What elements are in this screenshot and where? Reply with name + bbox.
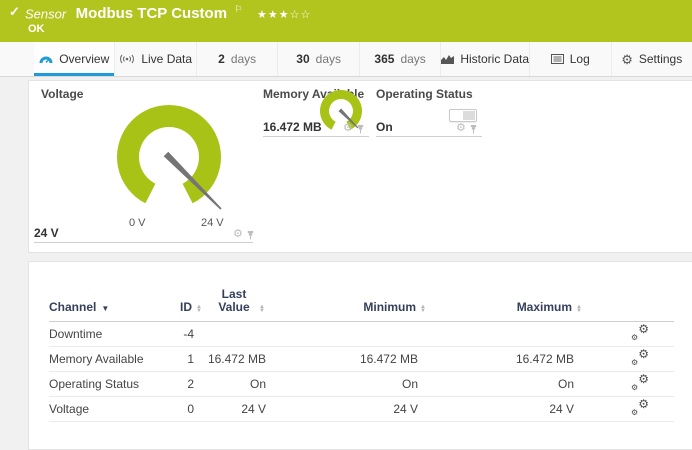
tab-label: Settings bbox=[639, 52, 682, 66]
column-header-minimum[interactable]: Minimum▲▼ bbox=[274, 288, 434, 322]
channel-name: Operating Status bbox=[49, 372, 164, 397]
channel-settings-icon[interactable]: ⚙⚙ bbox=[631, 350, 649, 366]
tab-label: Overview bbox=[59, 52, 109, 66]
channel-id: 1 bbox=[164, 347, 204, 372]
gear-icon[interactable]: ⚙ bbox=[343, 123, 353, 134]
table-row: Voltage 0 24 V 24 V 24 V ⚙⚙ bbox=[49, 397, 674, 422]
channel-id: 2 bbox=[164, 372, 204, 397]
channel-maximum: 24 V bbox=[434, 397, 584, 422]
tab-live-data[interactable]: Live Data bbox=[115, 42, 196, 76]
priority-flag-icon[interactable]: ⚐ bbox=[235, 4, 243, 14]
channel-settings-icon[interactable]: ⚙⚙ bbox=[631, 400, 649, 416]
channel-maximum bbox=[434, 322, 584, 347]
tab-label: Log bbox=[570, 52, 590, 66]
favorite-stars[interactable]: ★★★☆☆ bbox=[257, 9, 311, 21]
voltage-scale-max: 24 V bbox=[201, 217, 224, 229]
gauge-icon bbox=[39, 54, 53, 64]
tab-unit: days bbox=[316, 52, 341, 66]
tab-settings[interactable]: ⚙ Settings bbox=[612, 42, 692, 76]
channel-settings-icon[interactable]: ⚙⚙ bbox=[631, 325, 649, 341]
channel-id: 0 bbox=[164, 397, 204, 422]
voltage-value: 24 V bbox=[34, 226, 59, 240]
sort-icon: ▲▼ bbox=[420, 305, 426, 313]
column-header-id[interactable]: ID▲▼ bbox=[164, 288, 204, 322]
memory-value: 16.472 MB bbox=[263, 120, 322, 134]
channel-minimum: 16.472 MB bbox=[274, 347, 434, 372]
channel-table: Channel▼ ID▲▼ Last Value▲▼ Minimum▲▼ Max… bbox=[49, 288, 674, 422]
channel-minimum: On bbox=[274, 372, 434, 397]
channel-last-value: 16.472 MB bbox=[204, 347, 274, 372]
column-header-maximum[interactable]: Maximum▲▼ bbox=[434, 288, 584, 322]
tab-log[interactable]: Log bbox=[530, 42, 611, 76]
memory-divider bbox=[263, 136, 369, 137]
tab-label: Historic Data bbox=[460, 52, 529, 66]
area-chart-icon bbox=[441, 54, 454, 64]
channel-last-value: 24 V bbox=[204, 397, 274, 422]
pin-icon[interactable] bbox=[246, 230, 255, 240]
gear-icon[interactable]: ⚙ bbox=[233, 229, 243, 240]
channel-last-value bbox=[204, 322, 274, 347]
status-check-icon: ✓ bbox=[9, 4, 20, 20]
stars-filled[interactable]: ★★★ bbox=[257, 9, 290, 21]
channel-last-value: On bbox=[204, 372, 274, 397]
table-row: Downtime -4 ⚙⚙ bbox=[49, 322, 674, 347]
tab-2-days[interactable]: 2 days bbox=[197, 42, 278, 76]
stars-empty[interactable]: ☆☆ bbox=[290, 9, 312, 21]
object-kind-label: Sensor bbox=[25, 6, 66, 21]
operating-divider bbox=[376, 136, 482, 137]
pin-icon[interactable] bbox=[356, 124, 365, 134]
voltage-divider bbox=[34, 242, 253, 243]
sensor-header: ✓ Sensor Modbus TCP Custom ⚐ ★★★☆☆ OK bbox=[0, 0, 692, 42]
channel-id: -4 bbox=[164, 322, 204, 347]
channel-name: Voltage bbox=[49, 397, 164, 422]
sort-icon: ▲▼ bbox=[196, 305, 202, 313]
toggle-knob bbox=[463, 111, 475, 120]
operating-actions: ⚙ bbox=[456, 123, 478, 134]
channel-maximum: On bbox=[434, 372, 584, 397]
column-header-last-value[interactable]: Last Value▲▼ bbox=[204, 288, 274, 322]
channel-minimum bbox=[274, 322, 434, 347]
gear-icon[interactable]: ⚙ bbox=[456, 123, 466, 134]
gauges-panel: Voltage 0 V 24 V 24 V ⚙ Memory Available… bbox=[28, 80, 692, 253]
voltage-gauge bbox=[69, 95, 269, 235]
tab-unit: days bbox=[231, 52, 256, 66]
channel-table-header: Channel▼ ID▲▼ Last Value▲▼ Minimum▲▼ Max… bbox=[49, 288, 674, 322]
log-list-icon bbox=[551, 54, 564, 64]
sort-icon: ▲▼ bbox=[259, 305, 265, 313]
channel-minimum: 24 V bbox=[274, 397, 434, 422]
sort-desc-icon: ▼ bbox=[101, 304, 109, 313]
channel-maximum: 16.472 MB bbox=[434, 347, 584, 372]
memory-actions: ⚙ bbox=[343, 123, 365, 134]
sort-icon: ▲▼ bbox=[576, 305, 582, 313]
table-row: Operating Status 2 On On On ⚙⚙ bbox=[49, 372, 674, 397]
tab-number: 2 bbox=[218, 52, 225, 66]
gear-icon: ⚙ bbox=[621, 53, 633, 66]
channel-name: Memory Available bbox=[49, 347, 164, 372]
voltage-actions: ⚙ bbox=[233, 229, 255, 240]
tab-overview[interactable]: Overview bbox=[34, 42, 115, 76]
tab-unit: days bbox=[400, 52, 425, 66]
operating-status-title: Operating Status bbox=[376, 87, 473, 101]
tab-365-days[interactable]: 365 days bbox=[360, 42, 441, 76]
pin-icon[interactable] bbox=[469, 124, 478, 134]
column-header-settings bbox=[584, 288, 674, 322]
tab-number: 30 bbox=[296, 52, 309, 66]
voltage-scale-min: 0 V bbox=[129, 217, 146, 229]
tab-historic-data[interactable]: Historic Data bbox=[441, 42, 530, 76]
operating-status-value: On bbox=[376, 120, 393, 134]
tab-label: Live Data bbox=[141, 52, 192, 66]
tab-bar: Overview Live Data 2 days 30 days 365 da… bbox=[0, 42, 692, 77]
tab-30-days[interactable]: 30 days bbox=[278, 42, 359, 76]
channel-settings-icon[interactable]: ⚙⚙ bbox=[631, 375, 649, 391]
column-header-channel[interactable]: Channel▼ bbox=[49, 288, 164, 322]
tab-number: 365 bbox=[374, 52, 394, 66]
broadcast-icon bbox=[119, 54, 135, 64]
toggle-switch-icon bbox=[449, 109, 477, 122]
channel-name: Downtime bbox=[49, 322, 164, 347]
table-row: Memory Available 1 16.472 MB 16.472 MB 1… bbox=[49, 347, 674, 372]
channels-panel: Channel▼ ID▲▼ Last Value▲▼ Minimum▲▼ Max… bbox=[28, 261, 692, 450]
sensor-status-text: OK bbox=[28, 23, 45, 35]
sensor-title: Modbus TCP Custom bbox=[76, 5, 227, 22]
